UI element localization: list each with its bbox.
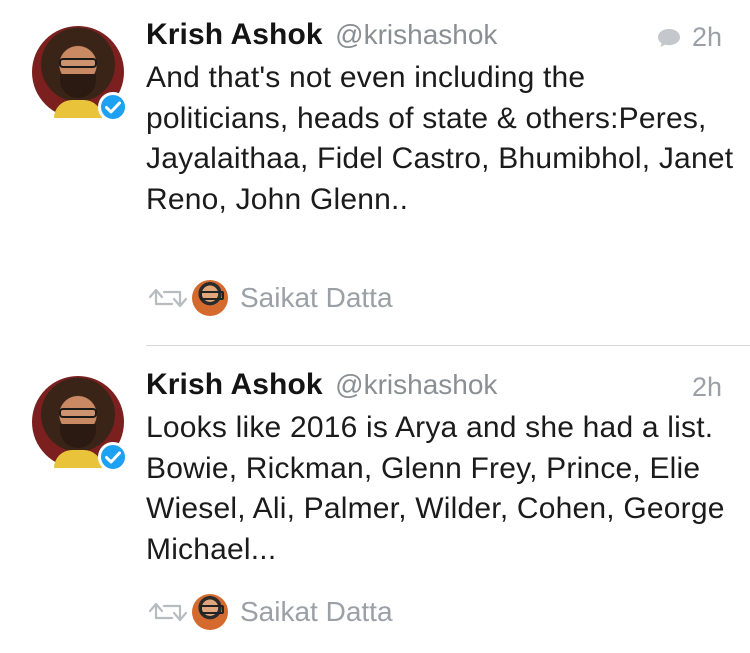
verified-badge-icon	[98, 442, 128, 472]
tweet-text: Looks like 2016 is Arya and she had a li…	[146, 411, 725, 566]
avatar-shirt	[54, 100, 102, 118]
tweet-timestamp: 2h	[691, 22, 722, 52]
conversation-bubble-icon	[657, 28, 680, 47]
tweet-header: Krish Ashok @krishashok 2h	[146, 18, 722, 58]
tweet-2[interactable]: Krish Ashok @krishashok 2h Looks like 20…	[0, 346, 750, 653]
tweet-header: Krish Ashok @krishashok 2h	[146, 368, 722, 408]
avatar-shirt	[54, 450, 102, 468]
tweet-1[interactable]: Krish Ashok @krishashok 2h And that's no…	[0, 0, 750, 345]
retweet-icon	[148, 288, 188, 308]
author-name[interactable]: Krish Ashok	[146, 18, 323, 51]
tweet-meta: 2h	[656, 22, 722, 53]
retweeter-name[interactable]: Saikat Datta	[240, 596, 393, 628]
author-avatar[interactable]	[32, 26, 128, 122]
avatar-glasses	[59, 58, 97, 68]
retweet-attribution[interactable]: Saikat Datta	[146, 278, 393, 318]
retweet-attribution[interactable]: Saikat Datta	[146, 592, 393, 632]
author-name[interactable]: Krish Ashok	[146, 368, 323, 401]
retweeter-avatar[interactable]	[192, 594, 228, 630]
author-avatar[interactable]	[32, 376, 128, 472]
tweet-timeline: Krish Ashok @krishashok 2h And that's no…	[0, 0, 750, 653]
avatar-beard	[60, 74, 96, 98]
verified-badge-icon	[98, 92, 128, 122]
avatar-glasses	[59, 408, 97, 418]
retweeter-avatar[interactable]	[192, 280, 228, 316]
tweet-timestamp: 2h	[691, 372, 722, 402]
retweeter-name[interactable]: Saikat Datta	[240, 282, 393, 314]
author-handle[interactable]: @krishashok	[335, 369, 497, 400]
tweet-text: And that's not even including the politi…	[146, 61, 734, 216]
retweet-icon	[148, 602, 188, 622]
author-handle[interactable]: @krishashok	[335, 19, 497, 50]
avatar-beard	[60, 424, 96, 448]
tweet-meta: 2h	[692, 372, 722, 403]
